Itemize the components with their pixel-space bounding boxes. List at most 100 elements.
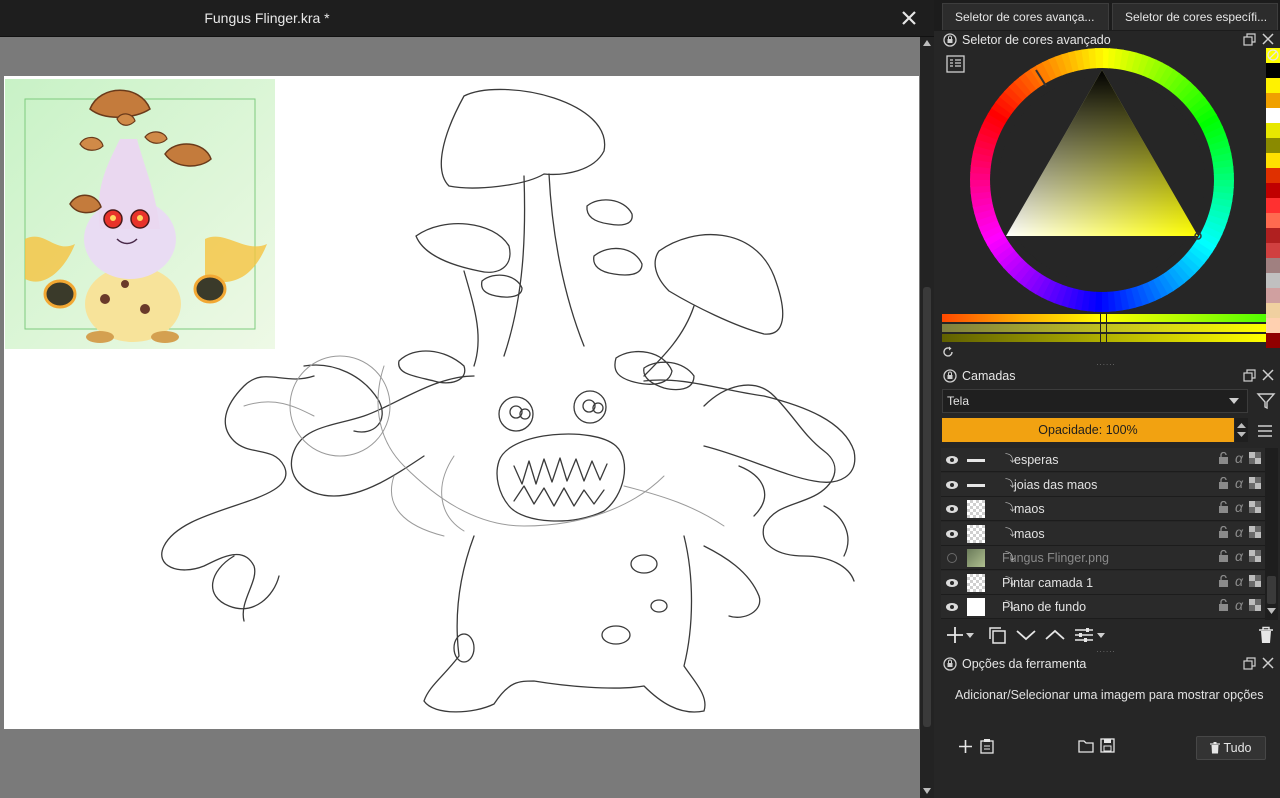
- scroll-up-arrow[interactable]: [920, 37, 934, 49]
- layer-row[interactable]: ⤵ esperas α: [941, 448, 1265, 472]
- palette-swatch[interactable]: [1266, 123, 1280, 138]
- color-history-palette[interactable]: [1266, 48, 1280, 354]
- lock-icon[interactable]: [943, 657, 957, 671]
- alpha-lock-icon[interactable]: α: [1235, 525, 1243, 539]
- palette-swatch[interactable]: [1266, 258, 1280, 273]
- lock-icon[interactable]: [943, 33, 957, 47]
- move-layer-up-button[interactable]: [1044, 624, 1066, 646]
- canvas-vertical-scrollbar[interactable]: [920, 37, 934, 798]
- lock-icon[interactable]: [1218, 525, 1229, 538]
- eye-icon[interactable]: [945, 453, 959, 467]
- lock-icon[interactable]: [1218, 452, 1229, 464]
- save-icon[interactable]: [1100, 738, 1115, 753]
- layer-row[interactable]: ⤵ joias das maos α: [941, 472, 1265, 497]
- eye-icon[interactable]: [945, 502, 959, 516]
- blend-mode-select[interactable]: Tela: [942, 389, 1248, 413]
- close-document-button[interactable]: [898, 7, 920, 29]
- palette-swatch[interactable]: [1266, 168, 1280, 183]
- add-layer-button[interactable]: [944, 624, 966, 646]
- checker-icon[interactable]: [1249, 452, 1261, 464]
- close-icon[interactable]: [1262, 33, 1274, 45]
- eye-icon[interactable]: [945, 478, 959, 492]
- checker-icon[interactable]: [1249, 501, 1261, 513]
- float-docker-icon[interactable]: [1243, 369, 1256, 382]
- alpha-lock-icon[interactable]: α: [1235, 549, 1243, 563]
- layer-list-scrollbar[interactable]: [1265, 448, 1278, 620]
- palette-swatch[interactable]: [1266, 333, 1280, 348]
- lock-icon[interactable]: [1218, 501, 1229, 513]
- checker-icon[interactable]: [1249, 574, 1261, 587]
- lock-icon[interactable]: [1218, 599, 1229, 611]
- lock-icon[interactable]: [1218, 574, 1229, 587]
- layer-row[interactable]: ⤵ Pintar camada 1α: [941, 570, 1265, 595]
- alpha-lock-icon[interactable]: α: [1235, 451, 1243, 465]
- palette-swatch[interactable]: [1266, 183, 1280, 198]
- alpha-lock-icon[interactable]: α: [1235, 476, 1243, 490]
- layer-properties-menu-button[interactable]: [1095, 624, 1107, 646]
- canvas-area[interactable]: [0, 37, 920, 798]
- plus-icon[interactable]: [958, 739, 973, 754]
- palette-swatch[interactable]: [1266, 153, 1280, 168]
- tab-advanced-color-selector[interactable]: Seletor de cores avança...: [942, 3, 1109, 30]
- delete-layer-button[interactable]: [1255, 624, 1277, 646]
- move-layer-down-button[interactable]: [1015, 624, 1037, 646]
- palette-swatch[interactable]: [1266, 108, 1280, 123]
- tab-specific-color-selector[interactable]: Seletor de cores específi...: [1112, 3, 1278, 30]
- layer-row[interactable]: ⤵ maos α: [941, 521, 1265, 546]
- hamburger-menu-icon[interactable]: [1256, 422, 1274, 440]
- palette-swatch[interactable]: [1266, 273, 1280, 288]
- float-docker-icon[interactable]: [1243, 33, 1256, 46]
- checker-icon[interactable]: [1249, 525, 1261, 538]
- palette-swatch[interactable]: [1266, 243, 1280, 258]
- refresh-icon[interactable]: [942, 346, 954, 358]
- scrollbar-thumb[interactable]: [923, 287, 931, 727]
- checker-icon[interactable]: [1249, 550, 1261, 562]
- float-docker-icon[interactable]: [1243, 657, 1256, 670]
- lock-icon[interactable]: [1218, 476, 1229, 489]
- layer-row[interactable]: ⤵ maos α: [941, 497, 1265, 521]
- layer-row-icons: α: [1218, 549, 1261, 563]
- selector-settings-icon[interactable]: [946, 54, 966, 74]
- layer-row[interactable]: ⤵ Fungus Flinger.png α: [941, 546, 1265, 570]
- eye-icon[interactable]: [945, 527, 959, 541]
- alpha-lock-icon[interactable]: α: [1235, 598, 1243, 612]
- alpha-lock-icon[interactable]: α: [1235, 574, 1243, 588]
- layer-properties-button[interactable]: [1073, 624, 1095, 646]
- palette-swatch[interactable]: [1266, 138, 1280, 153]
- palette-swatch[interactable]: [1266, 78, 1280, 93]
- eye-closed-icon[interactable]: [945, 551, 959, 565]
- opacity-slider[interactable]: Opacidade: 100%: [942, 418, 1234, 442]
- palette-swatch[interactable]: [1266, 63, 1280, 78]
- add-layer-menu-button[interactable]: [964, 624, 976, 646]
- checker-icon[interactable]: [1249, 476, 1261, 489]
- lock-icon[interactable]: [943, 369, 957, 383]
- filter-icon[interactable]: [1256, 391, 1276, 411]
- color-selector-title: Seletor de cores avançado: [962, 33, 1111, 47]
- eye-icon[interactable]: [945, 576, 959, 590]
- clipboard-icon[interactable]: [980, 738, 994, 754]
- palette-swatch[interactable]: [1266, 303, 1280, 318]
- palette-swatch[interactable]: [1266, 213, 1280, 228]
- opacity-spinner[interactable]: [1235, 418, 1248, 442]
- alpha-lock-icon[interactable]: α: [1235, 500, 1243, 514]
- checker-icon[interactable]: [1249, 599, 1261, 611]
- reference-image[interactable]: [5, 79, 275, 349]
- palette-swatch[interactable]: [1266, 93, 1280, 108]
- layer-row[interactable]: ⤵ Plano de fundo α: [941, 595, 1265, 619]
- palette-swatch[interactable]: [1266, 198, 1280, 213]
- palette-swatch[interactable]: [1266, 318, 1280, 333]
- chevron-down-icon: [1016, 630, 1036, 641]
- lock-icon[interactable]: [1218, 550, 1229, 562]
- palette-swatch[interactable]: [1266, 288, 1280, 303]
- close-icon[interactable]: [1262, 369, 1274, 381]
- duplicate-layer-button[interactable]: [986, 624, 1008, 646]
- color-wheel[interactable]: [970, 48, 1234, 312]
- scroll-down-arrow[interactable]: [920, 785, 934, 797]
- close-icon[interactable]: [1262, 657, 1274, 669]
- folder-icon[interactable]: [1078, 739, 1094, 753]
- color-sliders[interactable]: [942, 313, 1266, 343]
- clear-all-button[interactable]: Tudo: [1196, 736, 1266, 760]
- clear-history-icon[interactable]: [1267, 49, 1279, 61]
- palette-swatch[interactable]: [1266, 228, 1280, 243]
- eye-icon[interactable]: [945, 600, 959, 614]
